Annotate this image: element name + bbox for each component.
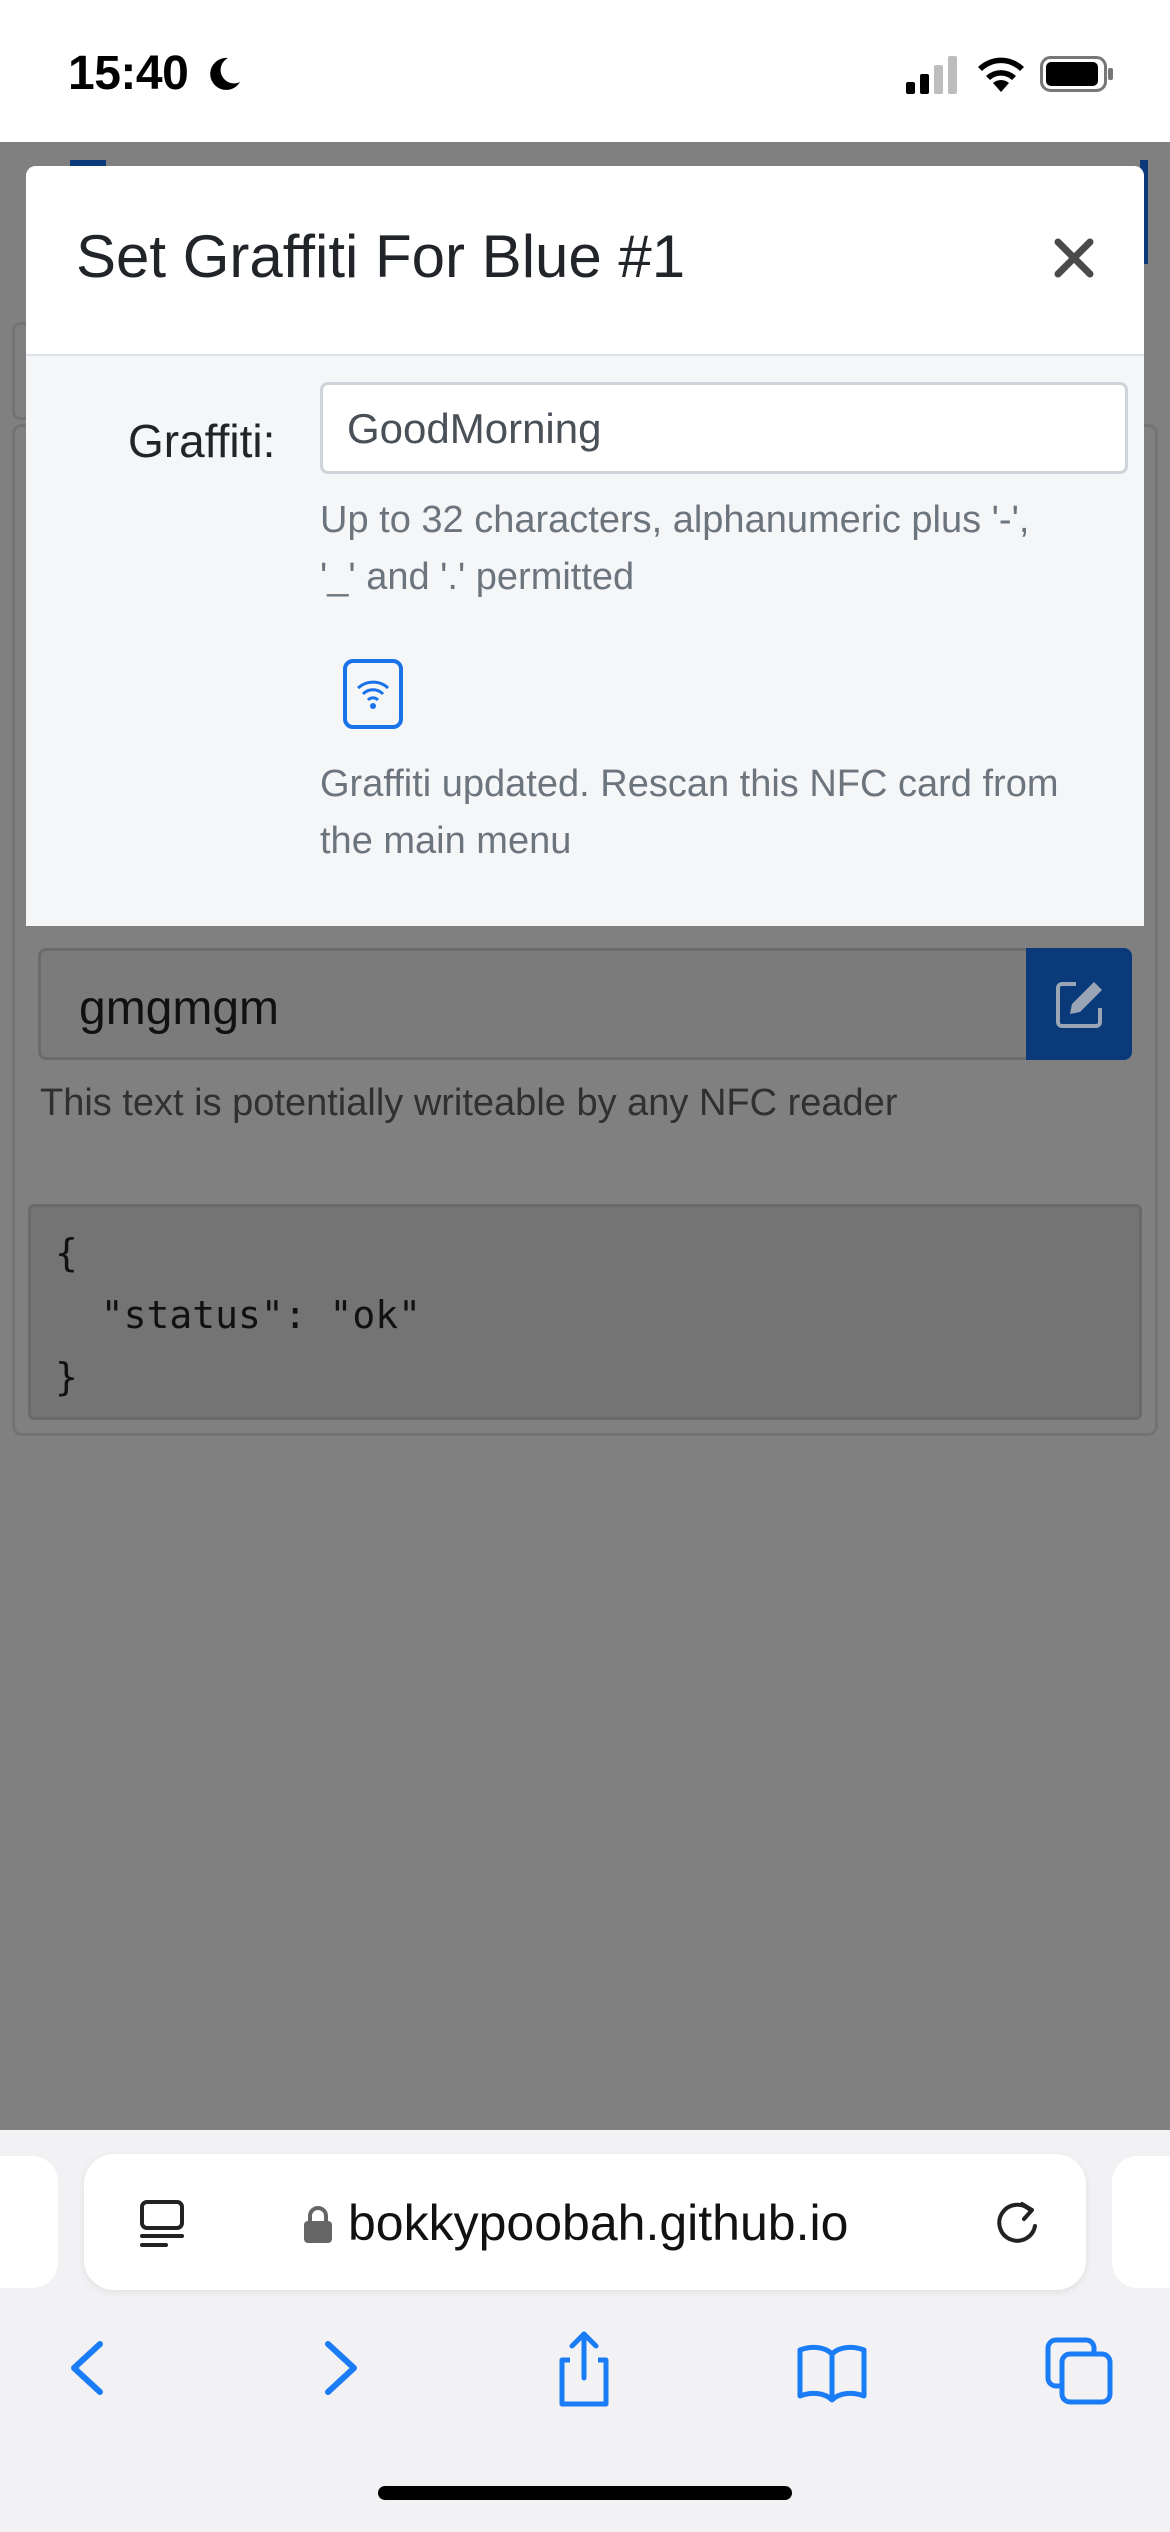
previous-tab-peek[interactable] — [0, 2156, 58, 2288]
graffiti-update-message: Graffiti updated. Rescan this NFC card f… — [320, 756, 1130, 870]
back-icon[interactable] — [52, 2326, 124, 2410]
battery-icon — [1040, 56, 1113, 92]
modal-title: Set Graffiti For Blue #1 — [76, 223, 686, 290]
home-indicator — [378, 2486, 792, 2500]
status-time: 15:40 — [68, 47, 189, 100]
graffiti-modal: Set Graffiti For Blue #1 Graffiti: GoodM… — [26, 166, 1144, 926]
graffiti-label: Graffiti: — [128, 415, 276, 467]
next-tab-peek[interactable] — [1112, 2156, 1170, 2288]
json-line: "status": "ok" — [55, 1293, 422, 1337]
help-line: Up to 32 characters, alphanumeric plus '… — [320, 499, 1030, 541]
reload-icon[interactable] — [990, 2196, 1044, 2250]
graffiti-input[interactable]: GoodMorning — [320, 382, 1128, 474]
cellular-signal-icon — [906, 56, 957, 94]
graffiti-help-text: Up to 32 characters, alphanumeric plus '… — [320, 492, 1120, 606]
lock-icon — [304, 2206, 332, 2243]
share-icon[interactable] — [548, 2326, 620, 2410]
card-fragment — [12, 322, 26, 420]
forward-icon[interactable] — [304, 2326, 376, 2410]
browser-toolbar: bokkypoobah.github.io — [0, 2130, 1170, 2532]
bookmarks-icon[interactable] — [796, 2326, 868, 2410]
wifi-icon — [978, 57, 1024, 92]
edit-graffiti-button[interactable] — [1026, 948, 1132, 1060]
nfc-writeable-note: This text is potentially writeable by an… — [40, 1082, 898, 1124]
update-line: Graffiti updated. Rescan this NFC card f… — [320, 763, 1059, 805]
graffiti-row: gmgmgm — [38, 948, 1132, 1060]
modal-header: Set Graffiti For Blue #1 — [26, 166, 1144, 356]
edit-icon — [1056, 982, 1102, 1028]
graffiti-input-value: GoodMorning — [347, 405, 602, 452]
page-menu-icon[interactable] — [136, 2198, 188, 2250]
update-line: the main menu — [320, 820, 572, 862]
modal-body: Graffiti: GoodMorning Up to 32 character… — [26, 356, 1144, 926]
response-output: { "status": "ok" } — [28, 1204, 1142, 1420]
graffiti-current-value: gmgmgm — [79, 982, 280, 1035]
tabs-icon[interactable] — [1044, 2326, 1116, 2410]
address-bar[interactable]: bokkypoobah.github.io — [84, 2154, 1086, 2290]
status-bar: 15:40 — [0, 0, 1170, 142]
moon-icon — [210, 57, 240, 90]
url-text: bokkypoobah.github.io — [348, 2195, 849, 2251]
nfc-card-icon — [343, 659, 403, 729]
close-icon[interactable] — [1042, 226, 1106, 290]
help-line: '_' and '.' permitted — [320, 556, 635, 598]
json-line: } — [55, 1355, 78, 1399]
json-line: { — [55, 1231, 78, 1275]
graffiti-display-field[interactable]: gmgmgm — [38, 948, 1026, 1060]
